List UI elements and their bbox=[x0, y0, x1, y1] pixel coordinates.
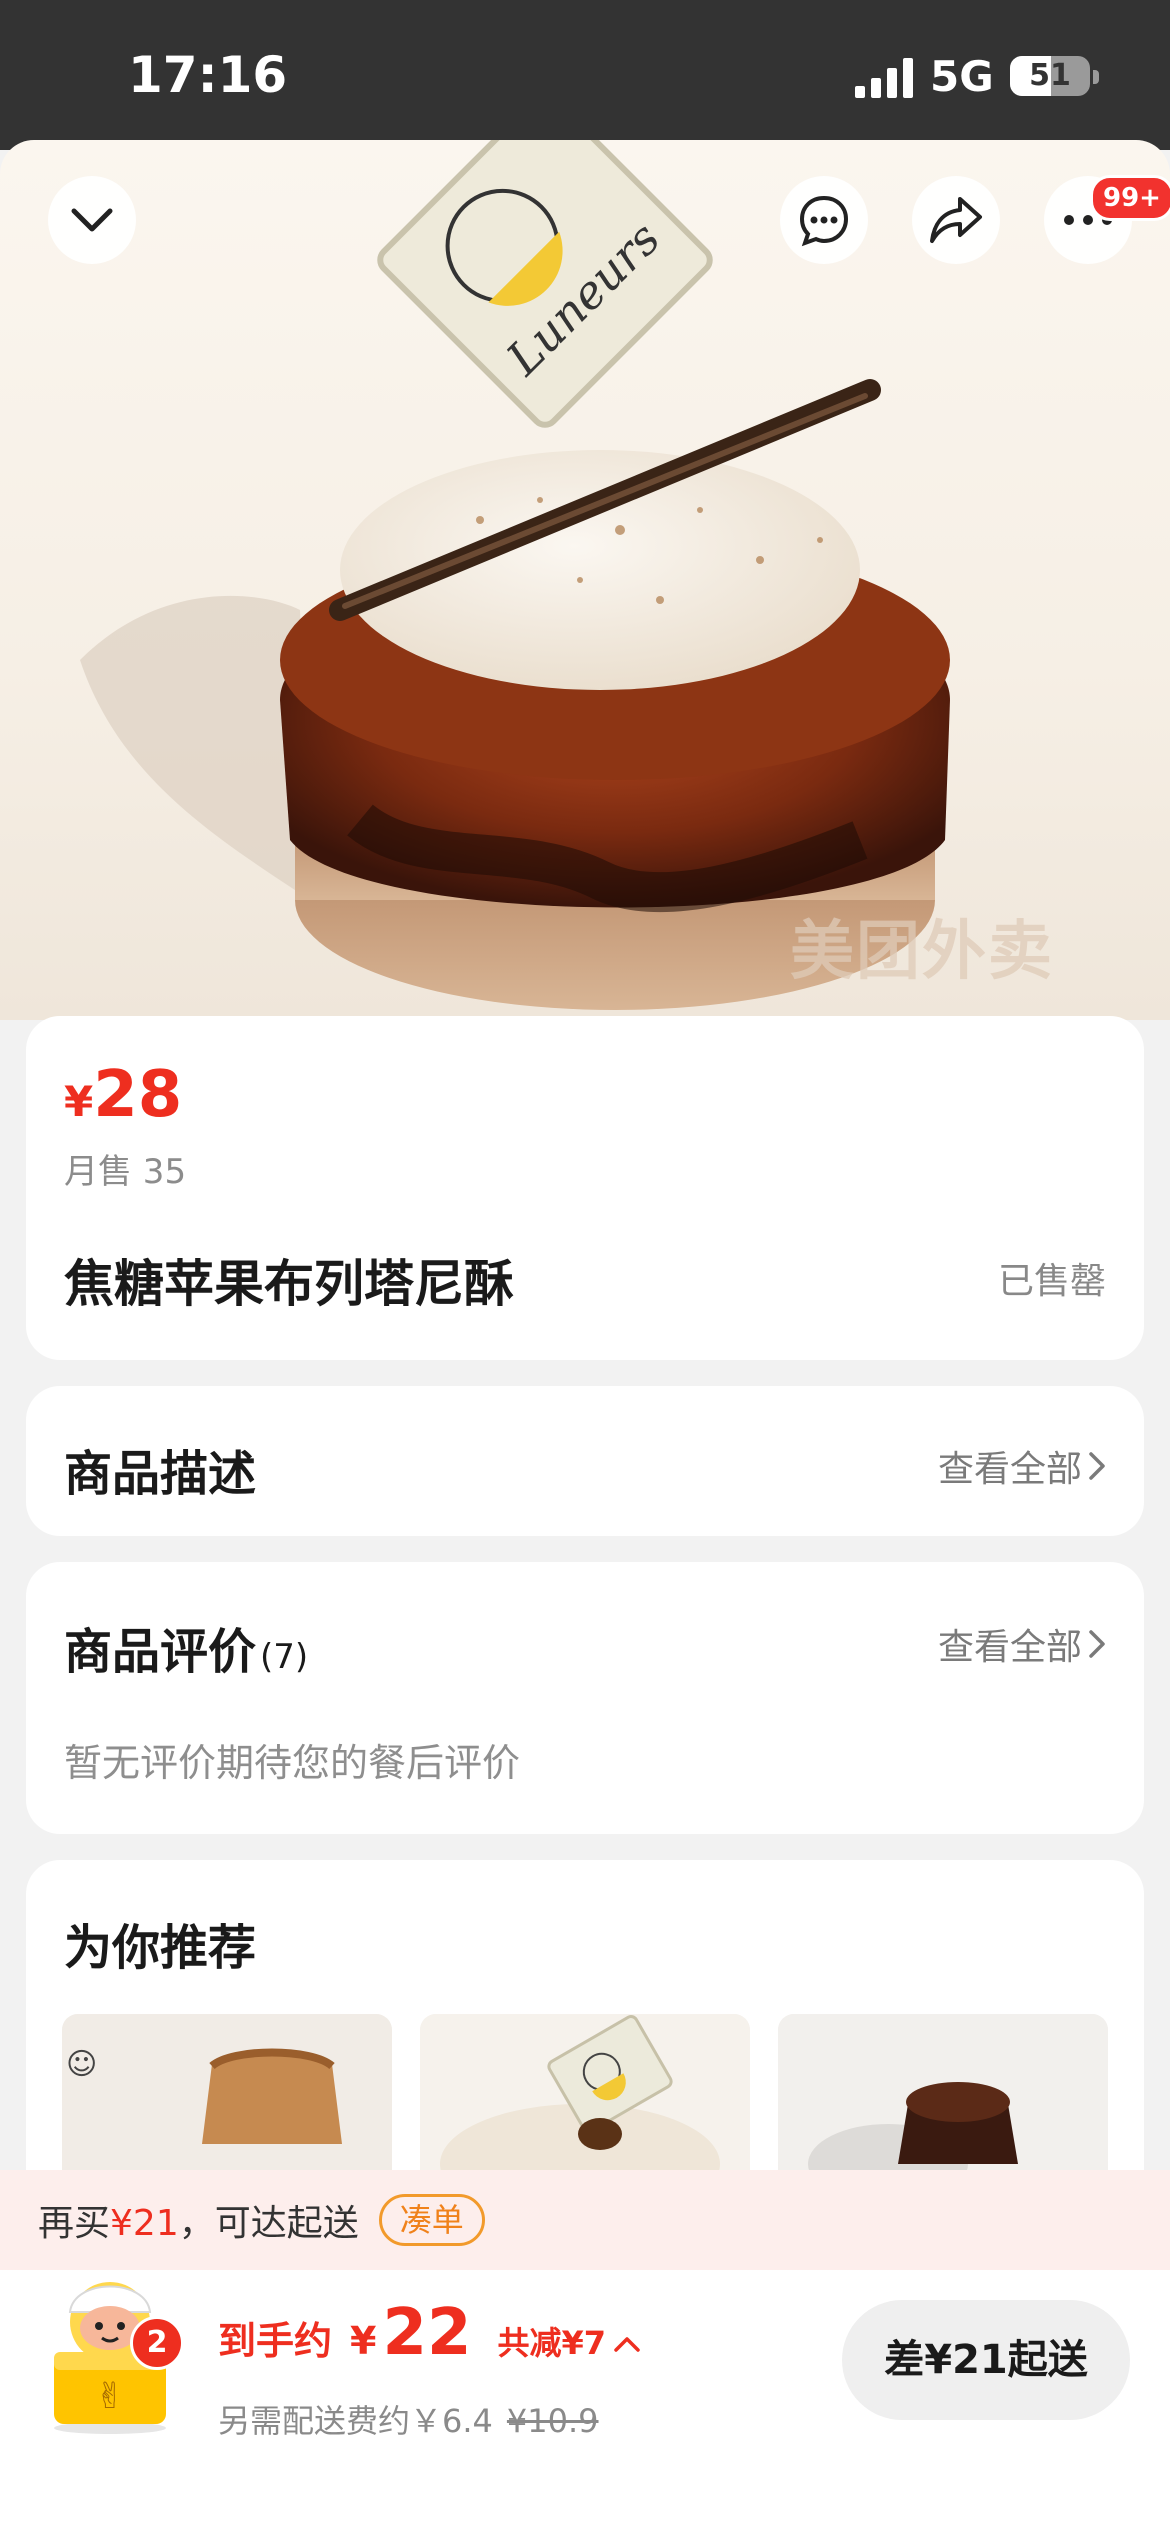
description-card[interactable]: 商品描述 查看全部 bbox=[26, 1386, 1144, 1536]
payment-summary[interactable]: 到手约 ¥ 22 共减¥7 bbox=[218, 2296, 642, 2370]
svg-text:✌: ✌ bbox=[95, 2376, 125, 2417]
promo-strip: 再买¥21，可达起送 凑单 bbox=[0, 2170, 1170, 2270]
reviews-count: (7) bbox=[260, 1637, 309, 1677]
recommend-item[interactable] bbox=[420, 2014, 750, 2174]
price-currency: ¥ bbox=[64, 1077, 94, 1126]
product-name: 焦糖苹果布列塔尼酥 bbox=[64, 1255, 514, 1313]
chevron-right-icon bbox=[1089, 1630, 1105, 1658]
recommend-item-image bbox=[778, 2014, 1108, 2174]
delivery-fee: 另需配送费约￥6.4 ¥10.9 bbox=[218, 2396, 599, 2442]
cart-count-badge: 2 bbox=[130, 2316, 184, 2370]
description-title: 商品描述 bbox=[64, 1446, 257, 1502]
notification-badge: 99+ bbox=[1090, 175, 1170, 221]
recommend-item[interactable]: ☺ bbox=[62, 2014, 392, 2174]
chevron-right-icon bbox=[1089, 1452, 1105, 1480]
minimum-order-button[interactable]: 差¥21起送 bbox=[842, 2300, 1130, 2420]
battery-icon: 51 bbox=[1010, 56, 1090, 96]
empty-review-text: 暂无评价期待您的餐后评价 bbox=[64, 1741, 521, 1785]
chevron-down-icon bbox=[71, 208, 113, 232]
promo-prefix: 再买 bbox=[38, 2203, 111, 2244]
promo-text: 再买¥21，可达起送 bbox=[38, 2194, 359, 2246]
battery-level: 51 bbox=[1029, 58, 1071, 93]
price-value: 28 bbox=[93, 1058, 183, 1132]
reviews-title-text: 商品评价 bbox=[64, 1624, 257, 1680]
promo-amount: ¥21 bbox=[110, 2203, 179, 2244]
monthly-sales: 月售 35 bbox=[64, 1152, 187, 1192]
bottom-bar: ✌ 2 到手约 ¥ 22 共减¥7 另需配送费约￥6.4 ¥10.9 差¥21起送 bbox=[0, 2270, 1170, 2532]
recommend-item-image bbox=[420, 2014, 750, 2174]
share-arrow-icon bbox=[930, 197, 982, 243]
reviews-card: 商品评价 (7) 查看全部 暂无评价期待您的餐后评价 bbox=[26, 1562, 1144, 1834]
chat-bubble-icon bbox=[799, 195, 849, 247]
product-image: Luneurs 美团外卖 bbox=[0, 140, 1170, 1020]
status-bar: 17:16 5G 51 bbox=[0, 0, 1170, 150]
recommend-title: 为你推荐 bbox=[64, 1920, 257, 1976]
view-all-label: 查看全部 bbox=[937, 1627, 1082, 1668]
network-type: 5G bbox=[930, 52, 994, 101]
recommend-item[interactable] bbox=[778, 2014, 1108, 2174]
product-info-card: ¥28 月售 35 焦糖苹果布列塔尼酥 已售罄 bbox=[26, 1016, 1144, 1360]
add-on-button[interactable]: 凑单 bbox=[378, 2194, 485, 2246]
delivery-fee-original: ¥10.9 bbox=[506, 2402, 599, 2440]
collapse-button[interactable] bbox=[48, 176, 136, 264]
recommend-item-image: ☺ bbox=[62, 2014, 392, 2174]
reviews-view-all[interactable]: 查看全部 bbox=[938, 1618, 1106, 1670]
pay-currency: ¥ bbox=[350, 2319, 377, 2363]
share-button[interactable] bbox=[912, 176, 1000, 264]
view-all-label: 查看全部 bbox=[937, 1449, 1082, 1490]
pay-label: 到手约 bbox=[218, 2319, 333, 2363]
product-photo: Luneurs bbox=[80, 140, 950, 1010]
watermark: 美团外卖 bbox=[790, 915, 1054, 989]
status-time: 17:16 bbox=[128, 46, 288, 104]
pay-amount: 22 bbox=[382, 2296, 472, 2370]
product-price: ¥28 bbox=[64, 1058, 182, 1132]
discount-total: 共减¥7 bbox=[497, 2324, 607, 2362]
message-button[interactable] bbox=[780, 176, 868, 264]
signal-icon bbox=[855, 58, 913, 98]
svg-text:☺: ☺ bbox=[66, 2047, 97, 2082]
description-view-all[interactable]: 查看全部 bbox=[938, 1440, 1106, 1492]
delivery-fee-text: 另需配送费约￥6.4 bbox=[218, 2402, 493, 2440]
sold-out-label: 已售罄 bbox=[997, 1261, 1106, 1302]
chevron-up-icon[interactable] bbox=[612, 2334, 642, 2354]
promo-suffix: ，可达起送 bbox=[178, 2203, 359, 2244]
battery-cap bbox=[1093, 70, 1099, 84]
reviews-title: 商品评价 (7) bbox=[64, 1612, 308, 1682]
